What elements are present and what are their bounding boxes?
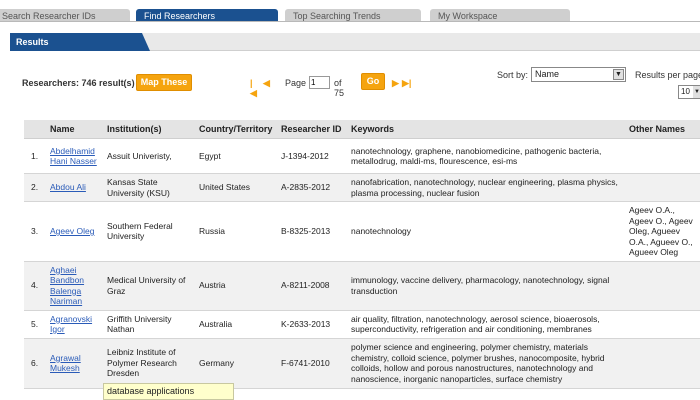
table-row: 4. Aghaei Bandbon Balenga Nariman Medica… bbox=[24, 261, 700, 311]
header-number bbox=[24, 120, 47, 139]
first-page-icon[interactable]: |◀ bbox=[250, 78, 257, 99]
row-number: 1. bbox=[24, 138, 47, 174]
institution: Leibniz Institute of Polymer Research Dr… bbox=[104, 338, 196, 389]
sort-select[interactable]: Name ▼ bbox=[531, 67, 626, 82]
other-names bbox=[626, 338, 700, 389]
table-row: 6. Agrawal Mukesh Leibniz Institute of P… bbox=[24, 338, 700, 389]
researcher-name: Agranovski Igor bbox=[47, 310, 104, 339]
sort-label: Sort by: bbox=[497, 70, 529, 80]
header-keywords: Keywords bbox=[348, 120, 626, 139]
keywords: nanotechnology bbox=[348, 201, 626, 262]
header-name[interactable]: Name bbox=[47, 120, 104, 139]
keywords: air quality, filtration, nanotechnology,… bbox=[348, 310, 626, 339]
results-bar: Results bbox=[10, 33, 700, 51]
other-names bbox=[626, 173, 700, 202]
row-number: 6. bbox=[24, 338, 47, 389]
page-label: Page bbox=[285, 78, 307, 88]
table-header-row: Name Institution(s) Country/Territory Re… bbox=[24, 120, 700, 139]
page-total-label: of 75 bbox=[334, 78, 345, 98]
page-number-input[interactable] bbox=[309, 76, 330, 89]
go-button[interactable]: Go bbox=[361, 73, 385, 90]
institution: Southern Federal University bbox=[104, 201, 196, 262]
researcher-id: F-6741-2010 bbox=[278, 338, 348, 389]
researcher-name-link[interactable]: Abdelhamid Hani Nasser bbox=[50, 146, 97, 167]
researcher-name: Abdelhamid Hani Nasser bbox=[47, 138, 104, 174]
other-names: Ageev O.A., Ageev O., Ageev Oleg, Agueev… bbox=[626, 201, 700, 262]
country: Australia bbox=[196, 310, 278, 339]
other-names bbox=[626, 310, 700, 339]
tab-strip-divider bbox=[0, 21, 700, 22]
institution: Griffith University Nathan bbox=[104, 310, 196, 339]
researcher-name: Ageev Oleg bbox=[47, 201, 104, 262]
country: Germany bbox=[196, 338, 278, 389]
last-page-icon[interactable]: ▶| bbox=[402, 78, 411, 89]
top-tab-strip: Search Researcher IDs Find Researchers T… bbox=[0, 0, 700, 22]
country: Russia bbox=[196, 201, 278, 262]
researcher-id: J-1394-2012 bbox=[278, 138, 348, 174]
row-number: 3. bbox=[24, 201, 47, 262]
institution: Kansas State University (KSU) bbox=[104, 173, 196, 202]
country: Egypt bbox=[196, 138, 278, 174]
prev-page-icon[interactable]: ◀ bbox=[263, 78, 270, 89]
researcher-name-link[interactable]: Agranovski Igor bbox=[50, 314, 92, 335]
map-these-button[interactable]: Map These bbox=[136, 74, 192, 91]
country: United States bbox=[196, 173, 278, 202]
table-row: 2. Abdou Ali Kansas State University (KS… bbox=[24, 173, 700, 202]
header-other-names: Other Names bbox=[626, 120, 700, 139]
header-researcher-id[interactable]: Researcher ID bbox=[278, 120, 348, 139]
other-names bbox=[626, 138, 700, 174]
institution: Medical University of Graz bbox=[104, 261, 196, 311]
row-number: 4. bbox=[24, 261, 47, 311]
researcher-name-link[interactable]: Agrawal Mukesh bbox=[50, 353, 81, 374]
researcher-name: Abdou Ali bbox=[47, 173, 104, 202]
row-number: 5. bbox=[24, 310, 47, 339]
researcher-name-link[interactable]: Ageev Oleg bbox=[50, 226, 94, 236]
sort-selected-value: Name bbox=[535, 69, 560, 79]
chevron-down-icon[interactable]: ▼ bbox=[613, 69, 624, 80]
rpp-selected-value: 10 bbox=[681, 87, 690, 96]
results-tab: Results bbox=[10, 33, 150, 51]
researcher-id: K-2633-2013 bbox=[278, 310, 348, 339]
result-count: Researchers: 746 result(s) bbox=[22, 78, 135, 88]
table-row: 3. Ageev Oleg Southern Federal Universit… bbox=[24, 201, 700, 262]
results-table: Name Institution(s) Country/Territory Re… bbox=[24, 120, 700, 389]
keyword-tooltip: database applications bbox=[103, 383, 234, 400]
researcher-id: A-2835-2012 bbox=[278, 173, 348, 202]
other-names bbox=[626, 261, 700, 311]
results-per-page-label: Results per page: bbox=[635, 70, 700, 80]
table-row: 1. Abdelhamid Hani Nasser Assuit Univeri… bbox=[24, 138, 700, 174]
researcher-name: Agrawal Mukesh bbox=[47, 338, 104, 389]
header-country[interactable]: Country/Territory bbox=[196, 120, 278, 139]
header-institution[interactable]: Institution(s) bbox=[104, 120, 196, 139]
next-page-icon[interactable]: ▶ bbox=[392, 78, 399, 89]
keywords: nanotechnology, graphene, nanobiomedicin… bbox=[348, 138, 626, 174]
results-per-page-select[interactable]: 10 ▼ bbox=[678, 85, 700, 99]
chevron-down-icon[interactable]: ▼ bbox=[693, 86, 700, 98]
keywords: nanofabrication, nanotechnology, nuclear… bbox=[348, 173, 626, 202]
row-number: 2. bbox=[24, 173, 47, 202]
researcher-id: B-8325-2013 bbox=[278, 201, 348, 262]
institution: Assuit Univeristy, bbox=[104, 138, 196, 174]
researcher-name: Aghaei Bandbon Balenga Nariman bbox=[47, 261, 104, 311]
researcher-name-link[interactable]: Abdou Ali bbox=[50, 182, 86, 192]
keywords: polymer science and engineering, polymer… bbox=[348, 338, 626, 389]
researcher-id: A-8211-2008 bbox=[278, 261, 348, 311]
table-row: 5. Agranovski Igor Griffith University N… bbox=[24, 310, 700, 339]
country: Austria bbox=[196, 261, 278, 311]
researcher-name-link[interactable]: Aghaei Bandbon Balenga Nariman bbox=[50, 265, 84, 307]
keywords: immunology, vaccine delivery, pharmacolo… bbox=[348, 261, 626, 311]
